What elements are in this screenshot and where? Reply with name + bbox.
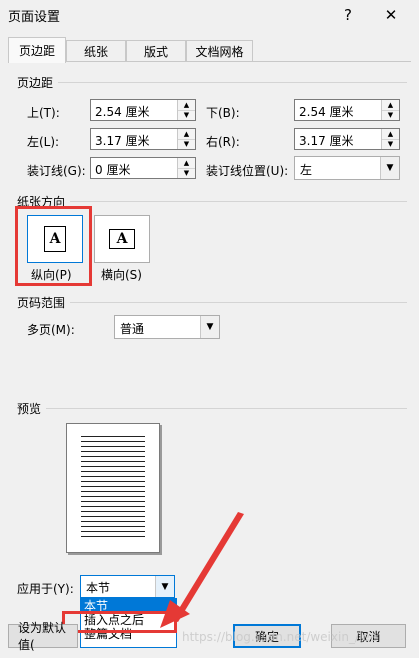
annotation-arrow	[160, 512, 244, 628]
arrow-shaft	[172, 512, 244, 622]
tab-margins[interactable]: 页边距	[8, 37, 66, 63]
